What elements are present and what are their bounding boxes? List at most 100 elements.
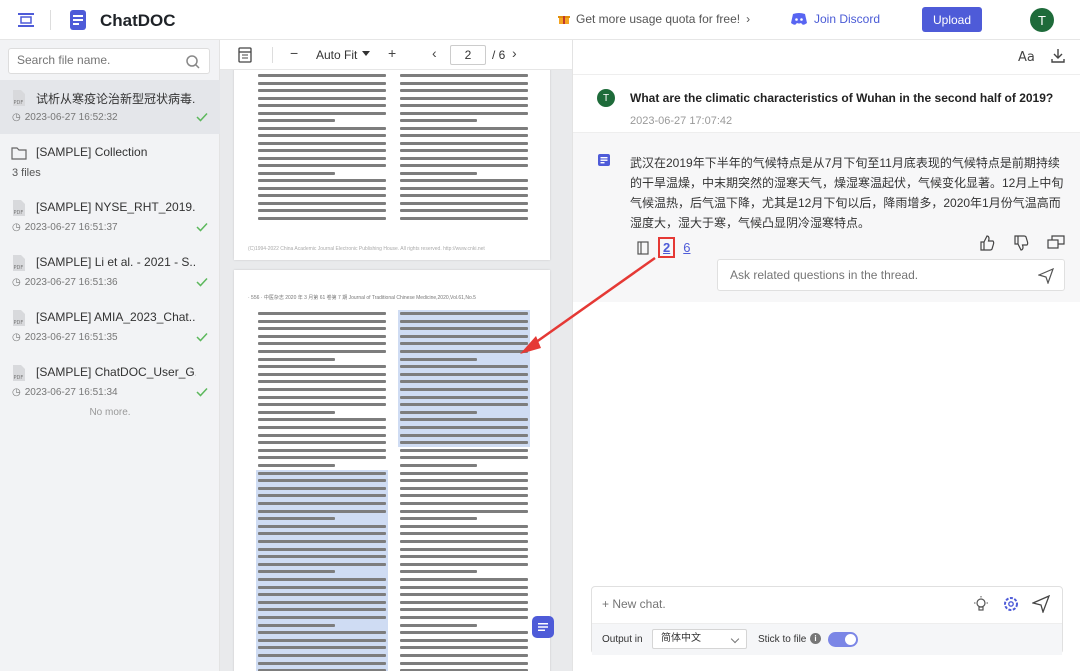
thumbs-down-icon[interactable] bbox=[1013, 235, 1029, 251]
pdf-text-line bbox=[400, 646, 528, 650]
zoom-out-button[interactable]: − bbox=[290, 45, 298, 61]
pdf-text-line bbox=[258, 502, 386, 505]
file-time: ◷ 2023-06-27 16:52:32 bbox=[12, 112, 118, 123]
pdf-text-line bbox=[400, 96, 528, 100]
zoom-select[interactable]: Auto Fit bbox=[316, 48, 357, 62]
pdf-text-line bbox=[258, 623, 335, 627]
pdf-text-line bbox=[400, 134, 528, 137]
pdf-text-line bbox=[400, 486, 528, 490]
pdf-text-line bbox=[258, 388, 386, 391]
zoom-in-button[interactable]: + bbox=[388, 45, 396, 61]
pdf-text-line bbox=[400, 441, 528, 445]
pdf-file-icon: PDF bbox=[13, 310, 25, 326]
pdf-text-line bbox=[258, 111, 386, 115]
file-item[interactable]: PDF [SAMPLE] AMIA_2023_Chat... ◷ 2023-06… bbox=[0, 300, 220, 354]
chat-floating-button[interactable] bbox=[532, 616, 554, 638]
pdf-text-line bbox=[258, 509, 386, 513]
question-message: T What are the climatic characteristics … bbox=[573, 74, 1080, 132]
reference-link[interactable]: 6 bbox=[683, 240, 690, 255]
gear-icon[interactable] bbox=[1002, 595, 1020, 613]
chevron-down-icon bbox=[730, 634, 740, 644]
pdf-text-line bbox=[258, 350, 386, 353]
check-icon bbox=[196, 277, 208, 287]
pdf-text-line bbox=[258, 216, 386, 220]
pdf-text-line bbox=[400, 593, 528, 597]
file-item[interactable]: PDF 试析从寒疫论治新型冠状病毒... ◷ 2023-06-27 16:52:… bbox=[0, 80, 220, 134]
pdf-text-line bbox=[400, 456, 528, 460]
file-time: ◷ 2023-06-27 16:51:36 bbox=[12, 277, 118, 288]
chatdoc-bot-icon bbox=[598, 154, 610, 166]
promo-link[interactable]: Get more usage quota for free! › bbox=[558, 12, 750, 26]
chevron-right-icon: › bbox=[746, 12, 751, 26]
search-icon[interactable] bbox=[185, 54, 201, 70]
font-size-icon[interactable]: Aa bbox=[1018, 48, 1036, 64]
pdf-text-line bbox=[258, 194, 386, 197]
no-more-text: No more. bbox=[89, 407, 131, 418]
thread-question-input[interactable] bbox=[730, 268, 1020, 282]
clock-icon: ◷ bbox=[12, 387, 21, 398]
book-icon bbox=[637, 240, 649, 255]
join-discord-link[interactable]: Join Discord bbox=[790, 12, 880, 26]
svg-text:PDF: PDF bbox=[14, 375, 24, 381]
pdf-text-line bbox=[258, 585, 386, 589]
chat-panel: Aa T What are the climatic characteristi… bbox=[572, 40, 1080, 671]
pdf-text-line bbox=[400, 89, 528, 92]
pdf-text-line bbox=[258, 186, 386, 190]
pdf-text-line bbox=[400, 74, 528, 77]
pdf-text-line bbox=[400, 608, 528, 612]
search-input[interactable] bbox=[17, 53, 177, 67]
download-icon[interactable] bbox=[1050, 48, 1066, 64]
pdf-text-line bbox=[400, 342, 528, 346]
sidebar-toggle-icon[interactable] bbox=[16, 10, 36, 30]
chevron-down-icon[interactable] bbox=[362, 51, 370, 56]
pdf-text-line bbox=[400, 319, 528, 323]
toggle-knob bbox=[845, 634, 856, 645]
pdf-text-line bbox=[400, 209, 528, 212]
file-item[interactable]: PDF [SAMPLE] NYSE_RHT_2019... ◷ 2023-06-… bbox=[0, 190, 220, 244]
next-page-button[interactable]: › bbox=[512, 45, 517, 61]
user-avatar[interactable]: T bbox=[1030, 8, 1054, 32]
pdf-text-line bbox=[258, 494, 386, 498]
reference-link[interactable]: 2 bbox=[658, 237, 676, 258]
pdf-text-line bbox=[400, 509, 528, 513]
pdf-text-line bbox=[258, 532, 386, 536]
file-item[interactable]: PDF [SAMPLE] Li et al. - 2021 - S... ◷ 2… bbox=[0, 245, 220, 299]
stick-to-file-toggle[interactable] bbox=[828, 632, 858, 647]
document-outline-icon[interactable] bbox=[237, 47, 253, 63]
info-icon[interactable]: i bbox=[810, 633, 821, 644]
thumbs-up-icon[interactable] bbox=[979, 235, 995, 251]
clock-icon: ◷ bbox=[12, 277, 21, 288]
pdf-text-line bbox=[400, 616, 528, 619]
pdf-text-line bbox=[400, 179, 528, 182]
pdf-file-icon: PDF bbox=[13, 255, 25, 271]
file-time: ◷ 2023-06-27 16:51:34 bbox=[12, 387, 118, 398]
send-icon[interactable] bbox=[1038, 268, 1054, 284]
lightbulb-icon[interactable] bbox=[972, 595, 990, 613]
new-chat-box[interactable]: Output in 简体中文 Stick to file i bbox=[591, 586, 1063, 655]
prev-page-button[interactable]: ‹ bbox=[432, 45, 437, 61]
file-item[interactable]: PDF [SAMPLE] ChatDOC_User_G... ◷ 2023-06… bbox=[0, 355, 220, 409]
folder-item[interactable]: [SAMPLE] Collection 3 files bbox=[0, 135, 220, 189]
pdf-viewer[interactable]: (C)1994-2022 China Academic Journal Elec… bbox=[220, 70, 572, 671]
discord-text: Join Discord bbox=[814, 12, 881, 26]
send-icon[interactable] bbox=[1032, 595, 1050, 613]
pdf-text-line bbox=[258, 141, 386, 145]
new-chat-input[interactable] bbox=[602, 597, 942, 611]
pdf-text-line bbox=[400, 494, 528, 498]
pdf-text-line bbox=[258, 89, 386, 92]
thread-question-box[interactable] bbox=[717, 259, 1065, 291]
thread-reply-icon[interactable] bbox=[1047, 235, 1065, 251]
page-number-input[interactable]: 2 bbox=[450, 45, 486, 65]
pdf-text-line bbox=[258, 380, 386, 384]
svg-text:Aa: Aa bbox=[1018, 50, 1035, 64]
stick-to-file-label: Stick to file bbox=[758, 634, 807, 645]
pdf-text-line bbox=[400, 464, 477, 467]
check-icon bbox=[196, 112, 208, 122]
pdf-text-line bbox=[400, 372, 528, 376]
search-box[interactable] bbox=[8, 48, 210, 74]
pdf-text-line bbox=[258, 119, 335, 122]
pdf-text-line bbox=[400, 350, 528, 353]
clock-icon: ◷ bbox=[12, 222, 21, 233]
output-language-select[interactable]: 简体中文 bbox=[652, 629, 747, 649]
upload-button[interactable]: Upload bbox=[922, 7, 982, 32]
